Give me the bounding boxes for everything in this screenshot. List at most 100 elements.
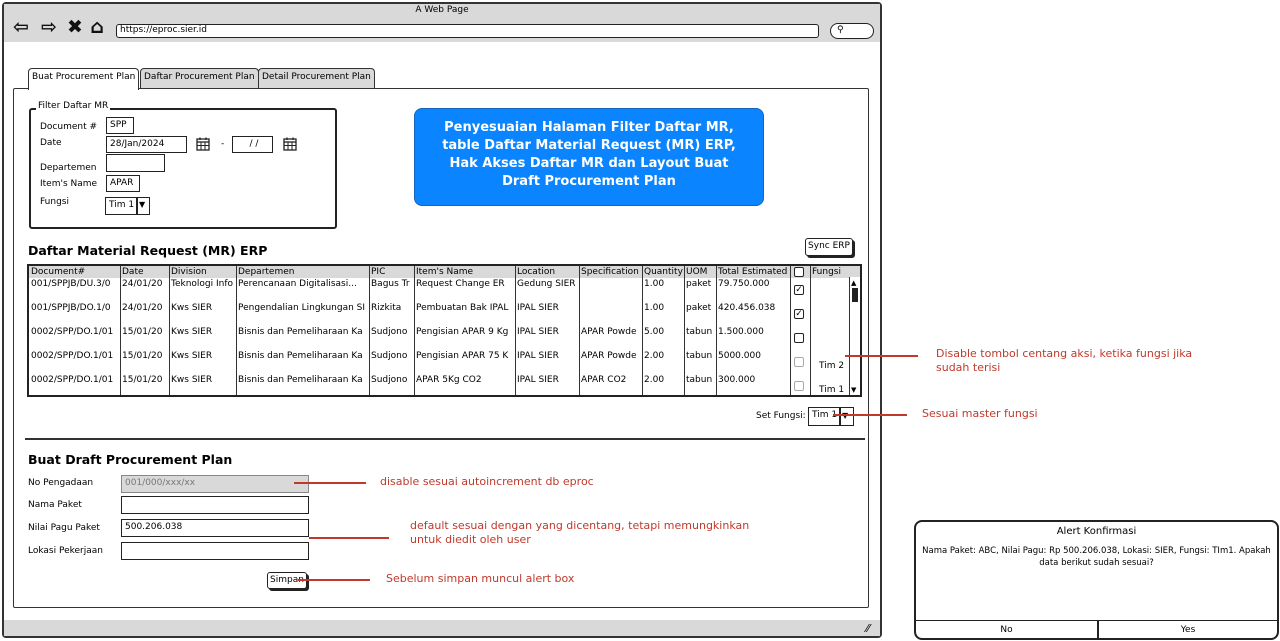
fungsi-label: Fungsi (40, 197, 69, 207)
mr-section-title: Daftar Material Request (MR) ERP (28, 243, 268, 258)
table-cell-division: Kws SIER (171, 327, 213, 337)
table-cell-uom: tabun (686, 375, 713, 385)
scroll-thumb[interactable] (852, 288, 858, 302)
alert-title: Alert Konfirmasi (1056, 526, 1137, 537)
no-pengadaan-label: No Pengadaan (28, 478, 94, 488)
table-cell-pic: Bagus Tr (371, 279, 410, 289)
annotation-line (845, 355, 918, 357)
select-all-checkbox[interactable] (794, 267, 804, 277)
draft-section-title: Buat Draft Procurement Plan (28, 452, 233, 467)
tab-daftar-procurement-plan[interactable]: Daftar Procurement Plan (140, 68, 259, 88)
annotation-line (833, 414, 907, 416)
document-field[interactable]: SPP (106, 117, 134, 134)
table-cell-total: 79.750.000 (718, 279, 770, 289)
table-cell-uom: paket (686, 303, 712, 313)
alert-no-button[interactable]: No (916, 625, 1097, 635)
tab-detail-procurement-plan[interactable]: Detail Procurement Plan (258, 68, 375, 88)
close-icon[interactable]: ✖ (64, 16, 86, 38)
calendar-icon[interactable] (283, 137, 297, 151)
back-icon[interactable]: ⇦ (10, 16, 32, 38)
row-select-checkbox (794, 381, 804, 391)
info-callout: Penyesuaian Halaman Filter Daftar MR, ta… (414, 108, 764, 206)
filter-legend: Filter Daftar MR (36, 101, 111, 111)
annotation-master-fungsi: Sesuai master fungsi (922, 407, 1038, 420)
lokasi-field[interactable] (121, 542, 309, 560)
annotation-line (294, 482, 366, 484)
table-cell-doc: 001/SPPJB/DO.1/0 (31, 303, 111, 313)
table-cell-division: Teknologi Info (171, 279, 234, 289)
nilai-pagu-field[interactable]: 500.206.038 (121, 519, 309, 537)
table-cell-uom: tabun (686, 351, 713, 361)
table-cell-qty: 2.00 (644, 375, 665, 385)
row-select-checkbox[interactable]: ✓ (794, 285, 804, 295)
table-cell-doc: 0002/SPP/DO.1/01 (31, 375, 114, 385)
item-name-field[interactable]: APAR (106, 175, 140, 192)
lokasi-label: Lokasi Pekerjaan (28, 546, 103, 556)
row-select-checkbox[interactable] (794, 333, 804, 343)
date-separator: - (221, 139, 225, 149)
row-select-checkbox (794, 357, 804, 367)
table-cell-item: Pembuatan Bak IPAL (416, 303, 509, 313)
table-cell-location: IPAL SIER (517, 375, 559, 385)
col-header[interactable]: Document# (29, 266, 120, 278)
table-cell-item: Pengisian APAR 9 Kg (416, 327, 509, 337)
select-divider (839, 407, 841, 426)
url-bar[interactable]: https://eproc.sier.id (116, 24, 819, 38)
col-header[interactable]: Departemen (236, 266, 369, 278)
table-cell-fungsi: Tim 1 (819, 385, 845, 395)
annotation-alert-before-save: Sebelum simpan muncul alert box (386, 572, 575, 585)
col-header[interactable]: UOM (684, 266, 716, 278)
col-header[interactable]: Division (169, 266, 236, 278)
table-cell-departemen: Bisnis dan Pemeliharaan Ka (238, 375, 363, 385)
browser-statusbar (4, 620, 880, 636)
table-cell-date: 24/01/20 (122, 279, 163, 289)
table-cell-location: IPAL SIER (517, 303, 559, 313)
table-cell-location: IPAL SIER (517, 327, 559, 337)
home-icon[interactable]: ⌂ (86, 16, 108, 38)
table-cell-doc: 001/SPPJB/DU.3/0 (31, 279, 111, 289)
document-label: Document # (40, 122, 98, 132)
search-box[interactable]: ⚲ (830, 23, 874, 39)
mr-table: Document# Date Division Departemen PIC I… (27, 264, 862, 397)
col-header[interactable]: Specification (579, 266, 642, 278)
table-cell-date: 15/01/20 (122, 375, 163, 385)
sync-erp-button[interactable]: Sync ERP (805, 238, 853, 256)
scroll-up-icon[interactable]: ▲ (851, 279, 856, 287)
col-header[interactable]: Total Estimated (716, 266, 790, 278)
table-cell-item: Pengisian APAR 75 K (416, 351, 509, 361)
annotation-disable-checkbox: Disable tombol centang aksi, ketika fung… (936, 347, 1193, 374)
search-icon: ⚲ (837, 25, 844, 35)
row-select-checkbox[interactable]: ✓ (794, 309, 804, 319)
col-header[interactable]: Item's Name (414, 266, 515, 278)
tab-buat-procurement-plan[interactable]: Buat Procurement Plan (28, 68, 140, 90)
table-cell-departemen: Perencanaan Digitalisasi... (238, 279, 357, 289)
nama-paket-field[interactable] (121, 496, 309, 514)
annotation-line (298, 579, 370, 581)
date-label: Date (40, 138, 62, 148)
departemen-label: Departemen (40, 163, 97, 173)
forward-icon[interactable]: ⇨ (38, 16, 60, 38)
table-cell-qty: 1.00 (644, 279, 665, 289)
scroll-down-icon[interactable]: ▼ (851, 386, 856, 394)
col-header[interactable]: Date (120, 266, 169, 278)
table-cell-departemen: Bisnis dan Pemeliharaan Ka (238, 351, 363, 361)
alert-message: Nama Paket: ABC, Nilai Pagu: Rp 500.206.… (922, 546, 1271, 568)
col-header[interactable]: Quantity (642, 266, 684, 278)
col-header[interactable]: PIC (369, 266, 414, 278)
annotation-line (309, 537, 389, 539)
table-cell-total: 1.500.000 (718, 327, 764, 337)
nama-paket-label: Nama Paket (28, 500, 82, 510)
date-to-field[interactable]: / / (232, 136, 273, 153)
date-from-field[interactable]: 28/Jan/2024 (106, 136, 187, 153)
resize-handle-icon[interactable]: ⁄⁄ (866, 622, 870, 635)
departemen-field[interactable] (106, 154, 165, 172)
table-cell-date: 15/01/20 (122, 351, 163, 361)
col-header[interactable]: Location (515, 266, 579, 278)
select-divider (136, 197, 138, 215)
chevron-down-icon[interactable]: ▼ (139, 200, 145, 209)
table-cell-doc: 0002/SPP/DO.1/01 (31, 351, 114, 361)
table-cell-division: Kws SIER (171, 375, 213, 385)
calendar-icon[interactable] (196, 137, 210, 151)
table-cell-departemen: Bisnis dan Pemeliharaan Ka (238, 327, 363, 337)
alert-yes-button[interactable]: Yes (1099, 625, 1277, 635)
